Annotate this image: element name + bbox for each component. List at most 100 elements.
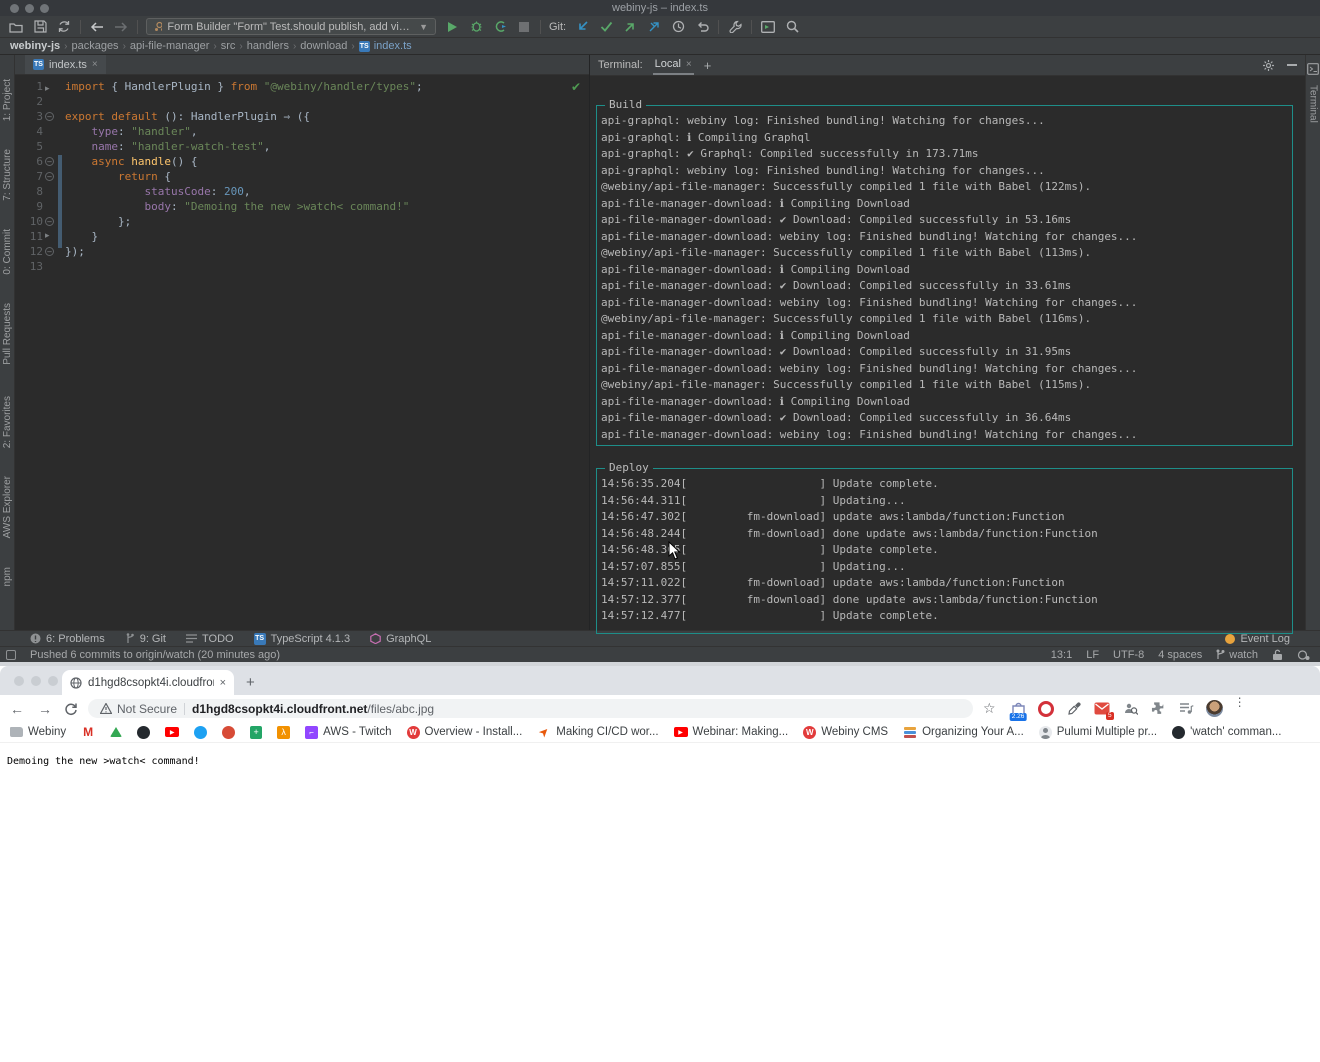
fold-minus-icon[interactable]: – [45, 157, 54, 166]
code-line[interactable]: statusCode: 200, [65, 184, 423, 199]
editor-tab-index-ts[interactable]: TS index.ts × [25, 55, 106, 74]
code-line[interactable]: name: "handler-watch-test", [65, 139, 423, 154]
event-log-button[interactable]: Event Log [1225, 633, 1290, 645]
git-commit-icon[interactable] [598, 19, 614, 35]
tool-window-button-terminal[interactable]: Terminal [1308, 85, 1319, 123]
terminal-tool-icon[interactable] [1307, 63, 1319, 75]
close-tab-icon[interactable]: × [220, 677, 226, 689]
playlist-extension-icon[interactable] [1178, 700, 1195, 717]
save-icon[interactable] [32, 19, 48, 35]
code-line[interactable]: body: "Demoing the new >watch< command!" [65, 199, 423, 214]
close-tab-icon[interactable]: × [92, 59, 98, 70]
bookmark-item[interactable]: λ [277, 726, 290, 739]
bookmark-item[interactable] [194, 726, 207, 739]
line-separator[interactable]: LF [1086, 649, 1099, 661]
tool-window-button-1-project[interactable]: 1: Project [2, 79, 13, 121]
fold-minus-icon[interactable]: – [45, 172, 54, 181]
security-status[interactable]: Not Secure [100, 702, 177, 716]
forward-icon[interactable] [113, 19, 129, 35]
tool-window-button-2-favorites[interactable]: 2: Favorites [2, 396, 13, 448]
breadcrumb-item[interactable]: handlers [247, 40, 289, 52]
run-button[interactable] [444, 19, 460, 35]
code-line[interactable]: return { [65, 169, 423, 184]
fold-minus-icon[interactable]: – [45, 112, 54, 121]
code-line[interactable]: export default (): HandlerPlugin ⇒ ({ [65, 109, 423, 124]
breadcrumb-root[interactable]: webiny-js [10, 40, 60, 52]
bookmark-item[interactable]: + [250, 726, 262, 739]
code-line[interactable]: async handle() { [65, 154, 423, 169]
search-everywhere-icon[interactable] [784, 19, 800, 35]
bookmark-item[interactable]: WOverview - Install... [407, 726, 523, 739]
extensions-puzzle-icon[interactable] [1150, 700, 1167, 717]
forward-icon[interactable]: → [36, 701, 54, 717]
unlock-icon[interactable] [1272, 649, 1283, 661]
bottom-bar-todo-button[interactable]: TODO [186, 633, 234, 645]
session-buddy-extension-icon[interactable] [1122, 700, 1139, 717]
breadcrumb-item[interactable]: packages [71, 40, 118, 52]
close-window-button[interactable] [14, 676, 24, 686]
run-with-coverage-button[interactable] [492, 19, 508, 35]
bookmark-star-icon[interactable]: ☆ [983, 700, 996, 717]
new-tab-button[interactable]: + [246, 674, 255, 691]
bottom-bar-typescript-button[interactable]: TSTypeScript 4.1.3 [254, 633, 351, 645]
code-line[interactable] [65, 94, 423, 109]
terminal-settings-gear-icon[interactable] [1262, 59, 1275, 72]
bookmark-item[interactable]: Organizing Your A... [903, 725, 1024, 739]
bottom-bar-git-button[interactable]: 9: Git [125, 633, 166, 645]
tool-window-button-pull-requests[interactable]: Pull Requests [2, 303, 13, 365]
highlighting-level-icon[interactable] [1297, 649, 1310, 661]
minimize-panel-icon[interactable] [1287, 64, 1297, 67]
bookmark-item[interactable]: Pulumi Multiple pr... [1039, 726, 1157, 739]
back-icon[interactable] [89, 19, 105, 35]
opera-extension-icon[interactable] [1038, 700, 1055, 717]
fold-arrow-icon[interactable]: ▸ [45, 230, 50, 241]
wrench-icon[interactable] [727, 19, 743, 35]
eyedropper-extension-icon[interactable] [1066, 700, 1083, 717]
browser-tab[interactable]: d1hgd8csopkt4i.cloudfront.ne × [62, 670, 234, 695]
bookmark-item[interactable]: ▶ [165, 727, 179, 737]
bottom-bar-graphql-button[interactable]: GraphQL [370, 633, 431, 645]
bookmark-item[interactable]: ▶Webinar: Making... [674, 726, 789, 738]
bottom-bar-problems-button[interactable]: 6: Problems [30, 633, 105, 645]
url-text[interactable]: d1hgd8csopkt4i.cloudfront.net/files/abc.… [192, 702, 434, 716]
code-line[interactable]: } [65, 229, 423, 244]
code-line[interactable]: import { HandlerPlugin } from "@webiny/h… [65, 79, 423, 94]
new-terminal-icon[interactable]: + [704, 58, 712, 73]
stop-button[interactable] [516, 19, 532, 35]
git-push-icon[interactable] [622, 19, 638, 35]
profile-avatar[interactable] [1206, 700, 1223, 717]
breadcrumb-file[interactable]: TSindex.ts [359, 40, 412, 52]
aws-calculator-extension-icon[interactable]: 2.26 [1010, 700, 1027, 717]
bookmark-item[interactable] [222, 726, 235, 739]
undo-icon[interactable] [694, 19, 710, 35]
code-line[interactable] [65, 259, 423, 274]
bookmark-item[interactable]: M [81, 725, 95, 739]
git-branch-widget[interactable]: watch [1216, 649, 1258, 661]
bookmark-item[interactable]: ➤Making CI/CD wor... [537, 725, 658, 739]
run-configuration-select[interactable]: Form Builder "Form" Test.should publish,… [146, 18, 436, 35]
zoom-window-button[interactable] [48, 676, 58, 686]
sync-icon[interactable] [56, 19, 72, 35]
address-bar[interactable]: Not Secure d1hgd8csopkt4i.cloudfront.net… [88, 699, 973, 718]
terminal-tab-local[interactable]: Local × [653, 58, 694, 72]
fold-arrow-icon[interactable]: ▸ [45, 83, 50, 94]
code-line[interactable]: }); [65, 244, 423, 259]
code-line[interactable]: type: "handler", [65, 124, 423, 139]
git-cherry-pick-icon[interactable] [646, 19, 662, 35]
open-folder-icon[interactable] [8, 19, 24, 35]
bookmark-item[interactable]: ⌐AWS - Twitch [305, 726, 391, 739]
tool-window-button-7-structure[interactable]: 7: Structure [2, 149, 13, 201]
code-editor[interactable]: 12345678910111213 ▸ – – – – ▸ – import {… [15, 75, 589, 630]
debug-button[interactable] [468, 19, 484, 35]
bookmark-item[interactable] [137, 726, 150, 739]
back-icon[interactable]: ← [8, 701, 26, 717]
close-terminal-tab-icon[interactable]: × [686, 59, 692, 70]
bookmark-item[interactable]: WWebiny CMS [803, 726, 888, 739]
bookmark-item[interactable]: Webiny [10, 726, 66, 738]
breadcrumb-item[interactable]: download [300, 40, 347, 52]
fold-minus-icon[interactable]: – [45, 247, 54, 256]
history-icon[interactable] [670, 19, 686, 35]
tool-window-button-aws-explorer[interactable]: AWS Explorer [2, 476, 13, 538]
terminal-output[interactable]: Build api-graphql: webiny log: Finished … [590, 76, 1305, 630]
caret-position[interactable]: 13:1 [1051, 649, 1072, 661]
